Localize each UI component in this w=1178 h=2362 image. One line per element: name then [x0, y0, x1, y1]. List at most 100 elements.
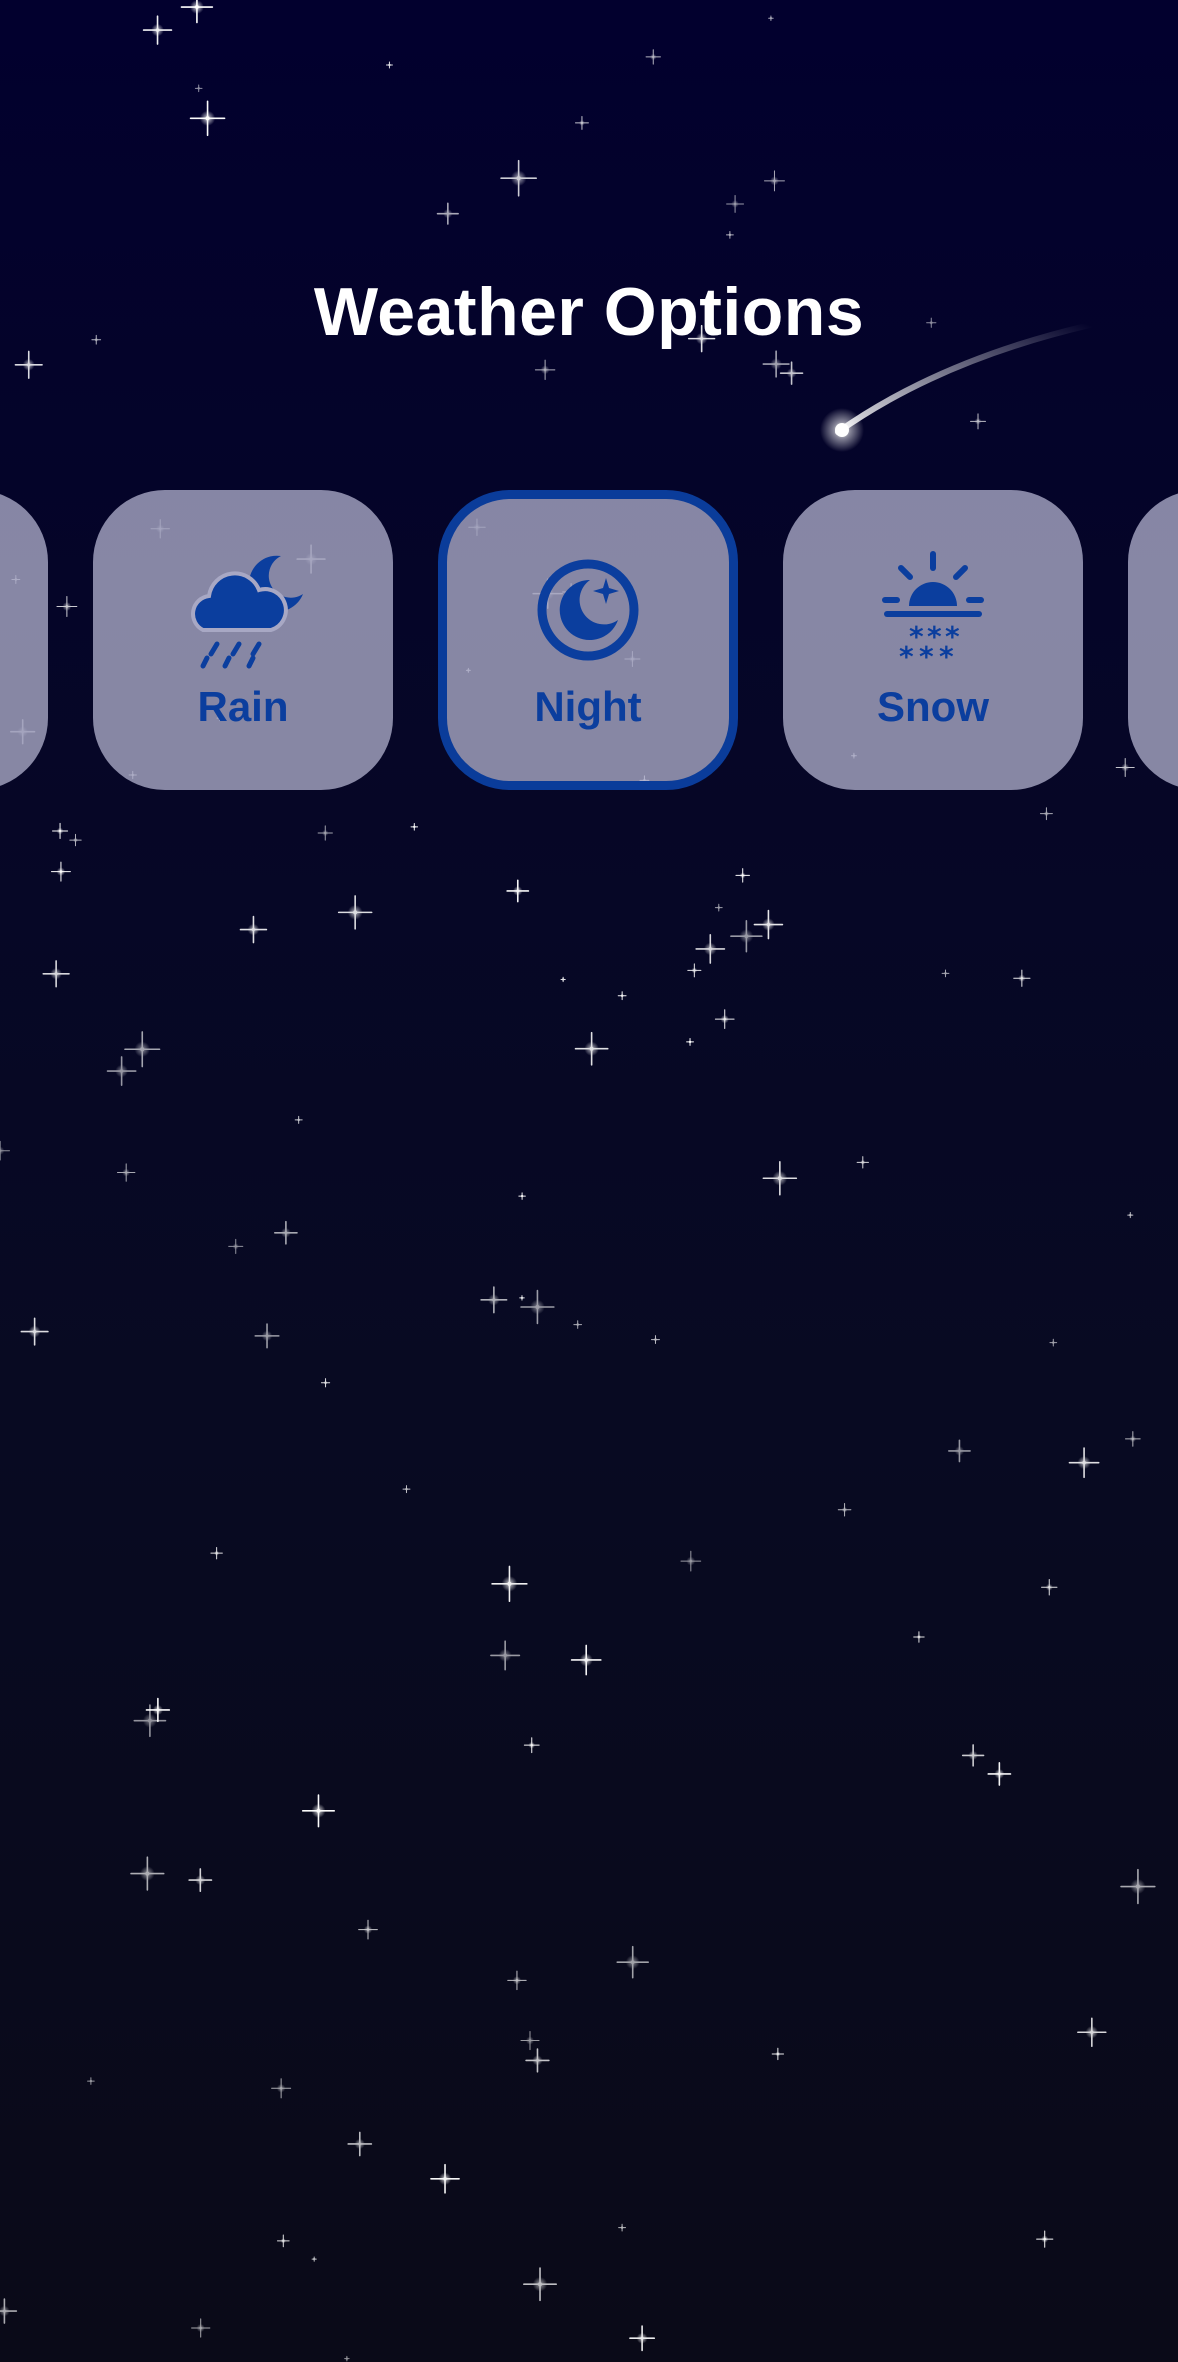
star-sparkle: [490, 1640, 521, 1671]
star-sparkle: [1120, 1868, 1156, 1905]
star-sparkle: [714, 903, 723, 912]
star-sparkle: [726, 195, 745, 213]
star-sparkle: [1039, 807, 1053, 821]
star-sparkle: [753, 909, 784, 940]
star-sparkle: [763, 170, 785, 192]
star-sparkle: [20, 1317, 49, 1346]
option-tile-offscreen-left[interactable]: [0, 490, 48, 790]
star-sparkle: [1036, 2230, 1054, 2248]
star-sparkle: [735, 868, 750, 883]
option-tile-snow[interactable]: * * * * * * Snow: [783, 490, 1083, 790]
star-sparkle: [518, 1192, 526, 1200]
star-sparkle: [337, 895, 373, 930]
star-sparkle: [560, 976, 566, 983]
moon-stars-circle-icon: [528, 550, 648, 670]
option-label: Night: [534, 683, 642, 730]
star-sparkle: [520, 1289, 555, 1325]
star-sparkle: [913, 1631, 925, 1643]
star-sparkle: [317, 825, 333, 841]
star-sparkle: [402, 1485, 411, 1494]
option-label: Snow: [877, 683, 989, 730]
svg-text:*: *: [919, 640, 934, 670]
star-sparkle: [106, 1056, 137, 1086]
star-sparkle: [320, 1378, 331, 1388]
star-sparkle: [1125, 1431, 1141, 1447]
svg-text:*: *: [939, 640, 954, 670]
star-sparkle: [730, 919, 763, 953]
star-sparkle: [650, 1335, 660, 1345]
starfield-background: [0, 0, 1156, 2362]
star-sparkle: [430, 2163, 460, 2194]
star-sparkle: [687, 963, 702, 978]
star-sparkle: [1041, 1579, 1058, 1596]
star-sparkle: [762, 1160, 798, 1196]
star-sparkle: [271, 2078, 292, 2099]
star-sparkle: [194, 84, 203, 93]
star-sparkle: [1077, 2017, 1107, 2048]
star-sparkle: [1127, 1212, 1134, 1219]
star-sparkle: [188, 1868, 213, 1893]
star-sparkle: [228, 1238, 244, 1254]
star-sparkle: [130, 1856, 165, 1891]
star-sparkle: [436, 202, 459, 225]
star-sparkle: [191, 2318, 211, 2338]
star-sparkle: [1068, 1447, 1100, 1479]
star-sparkle: [618, 2223, 627, 2232]
star-sparkle: [180, 0, 214, 24]
star-sparkle: [410, 823, 419, 831]
option-tile-rain[interactable]: Rain: [93, 490, 393, 790]
sunrise-snow-icon: * * * * * *: [873, 550, 993, 670]
star-sparkle: [574, 1031, 609, 1066]
option-tile-night[interactable]: Night: [438, 490, 738, 790]
star-sparkle: [1049, 1338, 1058, 1347]
svg-text:*: *: [899, 640, 914, 670]
star-sparkle: [69, 833, 82, 847]
star-sparkle: [254, 1323, 280, 1349]
star-sparkle: [491, 1565, 528, 1602]
star-sparkle: [617, 991, 627, 1001]
star-sparkle: [385, 61, 393, 69]
star-sparkle: [520, 2031, 540, 2051]
star-sparkle: [961, 1744, 985, 1767]
star-sparkle: [189, 100, 226, 137]
star-sparkle: [1013, 969, 1031, 987]
star-sparkle: [273, 1220, 298, 1245]
star-sparkle: [239, 915, 268, 944]
star-sparkle: [680, 1550, 702, 1572]
star-sparkle: [142, 15, 173, 45]
star-sparkle: [948, 1439, 971, 1463]
star-sparkle: [523, 2267, 557, 2302]
star-sparkle: [771, 2047, 785, 2061]
star-sparkle: [768, 15, 774, 22]
weather-options-carousel[interactable]: Rain Night * * * * * * Snow: [0, 490, 1178, 792]
star-sparkle: [686, 1038, 694, 1046]
star-sparkle: [570, 1644, 602, 1676]
star-sparkle: [941, 969, 950, 978]
star-sparkle: [124, 1031, 161, 1068]
option-tile-offscreen-right[interactable]: [1128, 490, 1178, 790]
star-sparkle: [480, 1286, 508, 1314]
star-sparkle: [0, 2298, 18, 2324]
star-sparkle: [500, 159, 537, 197]
star-sparkle: [574, 115, 589, 130]
star-sparkle: [779, 361, 804, 385]
star-sparkle: [987, 1762, 1012, 1786]
star-sparkle: [210, 1546, 223, 1560]
star-sparkle: [52, 822, 69, 840]
star-sparkle: [50, 861, 71, 882]
star-sparkle: [301, 1794, 336, 1828]
star-sparkle: [629, 2325, 656, 2352]
star-sparkle: [616, 1945, 650, 1979]
star-sparkle: [344, 2355, 350, 2362]
star-sparkle: [573, 1320, 583, 1329]
star-sparkle: [525, 2048, 550, 2073]
star-sparkle: [856, 1156, 869, 1169]
star-sparkle: [506, 879, 530, 903]
star-sparkle: [714, 1009, 735, 1030]
star-sparkle: [523, 1737, 540, 1754]
star-sparkle: [294, 1115, 303, 1124]
star-sparkle: [0, 1140, 10, 1161]
star-sparkle: [276, 2234, 290, 2248]
cloud-moon-rain-icon: [183, 550, 303, 670]
star-sparkle: [645, 49, 661, 65]
